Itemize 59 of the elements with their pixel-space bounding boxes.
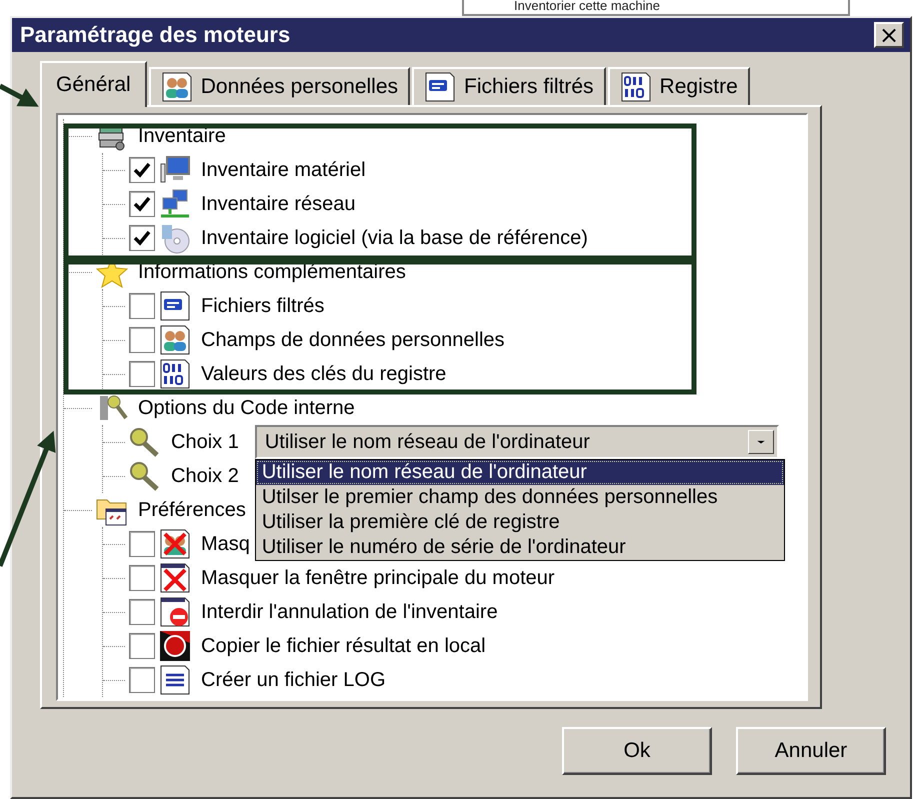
binary-document-icon [620,71,652,103]
dropdown-button[interactable] [748,430,774,454]
text-document-icon [424,71,456,103]
tree-group-label[interactable]: Informations complémentaires [138,260,406,284]
binary-document-icon [159,358,191,390]
option-label: Inventaire réseau [201,192,356,216]
disc-icon [159,222,191,254]
menu-item-text: Inventorier cette machine [514,0,660,14]
tree-group-label[interactable]: Options du Code interne [138,396,355,420]
checkbox[interactable] [129,667,155,693]
window-title: Paramétrage des moteurs [20,22,290,48]
option-label: Interdir l'annulation de l'inventaire [201,600,498,624]
users-crossed-icon [159,528,191,560]
checkbox[interactable] [129,633,155,659]
checkbox[interactable] [129,531,155,557]
option-label: Valeurs des clés du registre [201,362,446,386]
checkbox[interactable] [129,293,155,319]
checkbox[interactable] [129,565,155,591]
lined-document-icon [159,664,191,696]
caret-icon [756,439,766,445]
dialog-button[interactable]: Ok [562,727,712,775]
option-label: Copier le fichier résultat en local [201,634,486,658]
round-seal-icon [159,630,191,662]
checkbox[interactable] [129,327,155,353]
dialog-button[interactable]: Annuler [736,727,886,775]
annotation-arrow [0,84,39,107]
checkbox[interactable] [129,191,155,217]
window-crossed-icon [159,562,191,594]
tree-group-label[interactable]: Inventaire [138,124,226,148]
option-label: Inventaire matériel [201,158,366,182]
key-icon [129,460,161,492]
checkbox[interactable] [129,225,155,251]
choice-label: Choix 2 [171,464,239,488]
network-icon [159,188,191,220]
users-icon [160,71,193,103]
dropdown-option[interactable]: Utiliser le nom réseau de l'ordinateur [256,460,784,485]
tab[interactable]: Général [40,61,147,107]
checkbox[interactable] [129,157,155,183]
close-button[interactable]: × [874,22,904,48]
stop-window-icon [159,596,191,628]
tab[interactable]: Registre [608,67,750,105]
tab[interactable]: Données personelles [148,67,410,105]
users-icon [159,324,191,356]
option-label: Champs de données personnelles [201,328,505,352]
checkbox[interactable] [129,361,155,387]
option-label: Fichiers filtrés [201,294,324,318]
option-label: Inventaire logiciel (via la base de référence) [201,226,588,250]
dropdown-option[interactable]: Utiliser le numéro de série de l'ordinateur [256,535,784,560]
dropdown-option[interactable]: Utilser le premier champ des données personnelles [256,485,784,510]
checkbox[interactable] [129,599,155,625]
tab[interactable]: Fichiers filtrés [412,67,606,105]
tree-group-label[interactable]: Préférences [138,498,246,522]
text-document-icon [159,290,191,322]
dropdown-option[interactable]: Utiliser la première clé de registre [256,510,784,535]
option-label: Créer un fichier LOG [201,668,386,692]
option-label: Masquer la fenêtre principale du moteur [201,566,555,590]
key-icon [129,426,161,458]
choice-label: Choix 1 [171,430,239,454]
option-label: Masq [201,532,250,556]
